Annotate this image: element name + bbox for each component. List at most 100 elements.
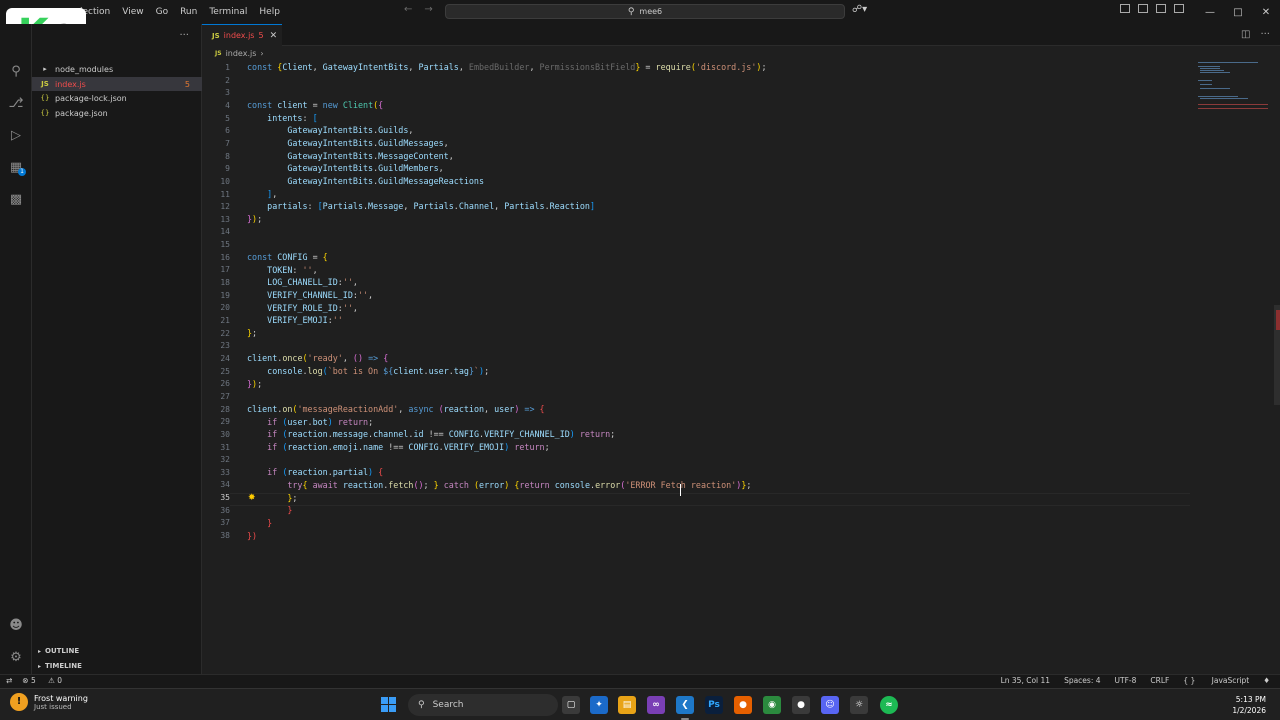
line-number: 3 bbox=[225, 88, 230, 98]
line-ending[interactable]: CRLF bbox=[1150, 676, 1169, 685]
file-explorer-icon[interactable]: ▤ bbox=[618, 696, 636, 714]
tree-file-package-lock[interactable]: {} package-lock.json bbox=[32, 91, 202, 105]
line-number: 35 bbox=[220, 493, 230, 503]
discord-icon[interactable]: ☺ bbox=[821, 696, 839, 714]
tree-item-label: node_modules bbox=[55, 64, 114, 74]
source-control-icon[interactable]: ⎇ bbox=[8, 96, 24, 112]
explorer-sidebar: ··· ▸ node_modules JS index.js 5 {} pack… bbox=[32, 24, 202, 674]
code-line: client.on('messageReactionAdd', async (r… bbox=[247, 404, 545, 414]
line-number: 28 bbox=[220, 404, 230, 414]
warning-icon: ! bbox=[10, 693, 28, 711]
timeline-section[interactable]: ▸ TIMELINE bbox=[32, 659, 202, 673]
weather-widget[interactable]: ! Frost warning Just issued bbox=[10, 693, 88, 711]
tree-folder-node-modules[interactable]: ▸ node_modules bbox=[32, 62, 202, 76]
line-number: 25 bbox=[220, 366, 230, 376]
code-line: GatewayIntentBits.Guilds, bbox=[287, 125, 414, 135]
minimize-icon[interactable]: — bbox=[1196, 7, 1224, 18]
run-debug-icon[interactable]: ▷ bbox=[8, 128, 24, 144]
firefox-icon[interactable]: ● bbox=[734, 696, 752, 714]
vscode-icon[interactable]: ❮ bbox=[676, 696, 694, 720]
copilot-app-icon[interactable]: ✦ bbox=[590, 696, 608, 714]
taskbar-search[interactable]: ⚲ Search bbox=[408, 694, 558, 716]
remote-icon[interactable]: ⇄ bbox=[6, 676, 12, 685]
line-number: 36 bbox=[220, 505, 230, 515]
language-mode[interactable]: { } JavaScript bbox=[1183, 676, 1249, 685]
line-number: 2 bbox=[225, 75, 230, 85]
windows-start-icon[interactable] bbox=[381, 697, 397, 713]
copilot-icon[interactable]: ☍▾ bbox=[852, 4, 867, 15]
app-icon[interactable]: ☼ bbox=[850, 696, 868, 714]
search-text: mee6 bbox=[639, 7, 663, 16]
tab-index-js[interactable]: JS index.js 5 ✕ bbox=[202, 24, 282, 46]
layout-controls bbox=[1120, 4, 1192, 13]
lightbulb-icon[interactable]: ✸ bbox=[248, 493, 256, 503]
forward-arrow-icon[interactable]: → bbox=[424, 4, 432, 15]
line-number: 30 bbox=[220, 429, 230, 439]
menu-terminal[interactable]: Terminal bbox=[209, 7, 247, 17]
menu-help[interactable]: Help bbox=[259, 7, 280, 17]
code-line: } bbox=[267, 518, 273, 528]
line-number: 33 bbox=[220, 467, 230, 477]
line-number: 15 bbox=[220, 240, 230, 250]
line-number: 29 bbox=[220, 417, 230, 427]
line-number: 34 bbox=[220, 480, 230, 490]
title-bar: lection View Go Run Terminal Help ← → ⚲ … bbox=[0, 0, 1280, 24]
split-editor-icon[interactable]: ◫ bbox=[1241, 29, 1250, 40]
code-line: VERIFY_ROLE_ID:'', bbox=[267, 303, 358, 313]
encoding[interactable]: UTF-8 bbox=[1115, 676, 1137, 685]
tree-item-label: package-lock.json bbox=[55, 93, 127, 103]
notifications-bell-icon[interactable]: ♦ bbox=[1263, 676, 1270, 685]
chrome-icon[interactable]: ◉ bbox=[763, 696, 781, 714]
line-number: 13 bbox=[220, 214, 230, 224]
back-arrow-icon[interactable]: ← bbox=[404, 4, 412, 15]
tree-file-package[interactable]: {} package.json bbox=[32, 106, 202, 120]
photoshop-icon[interactable]: Ps bbox=[705, 696, 723, 714]
menu-go[interactable]: Go bbox=[156, 7, 168, 17]
weather-title: Frost warning bbox=[34, 693, 88, 703]
line-number: 32 bbox=[220, 455, 230, 465]
line-number: 31 bbox=[220, 442, 230, 452]
account-icon[interactable]: ☻ bbox=[8, 618, 24, 634]
clock-date: 1/2/2026 bbox=[1232, 706, 1266, 715]
code-line: const client = new Client({ bbox=[247, 100, 384, 110]
problems-indicator[interactable]: ⊗ 5 ⚠ 0 bbox=[22, 676, 72, 685]
cursor-position[interactable]: Ln 35, Col 11 bbox=[1001, 676, 1050, 685]
settings-gear-icon[interactable]: ⚙ bbox=[8, 650, 24, 666]
error-count: 5 bbox=[30, 676, 36, 685]
task-view-icon[interactable]: ▢ bbox=[562, 696, 580, 714]
editor-actions: ◫ ··· bbox=[1231, 29, 1270, 40]
close-tab-icon[interactable]: ✕ bbox=[270, 31, 278, 41]
toggle-sidebar-icon[interactable] bbox=[1120, 4, 1130, 13]
code-line: }) bbox=[247, 531, 258, 541]
menu-view[interactable]: View bbox=[122, 7, 143, 17]
close-window-icon[interactable]: ✕ bbox=[1252, 7, 1280, 18]
menu-run[interactable]: Run bbox=[180, 7, 197, 17]
code-line: GatewayIntentBits.GuildMessages, bbox=[287, 138, 449, 148]
indentation[interactable]: Spaces: 4 bbox=[1064, 676, 1100, 685]
minimap[interactable] bbox=[1194, 60, 1274, 120]
app-icon[interactable]: ● bbox=[792, 696, 810, 714]
outline-section[interactable]: ▸ OUTLINE bbox=[32, 644, 202, 658]
line-number: 10 bbox=[220, 176, 230, 186]
spotify-icon[interactable]: ≈ bbox=[880, 696, 898, 714]
line-number: 24 bbox=[220, 353, 230, 363]
visual-studio-icon[interactable]: ∞ bbox=[647, 696, 665, 714]
code-editor[interactable]: const {Client, GatewayIntentBits, Partia… bbox=[202, 60, 1280, 674]
windows-taskbar: ! Frost warning Just issued ⚲ Search ▢ ✦… bbox=[0, 688, 1280, 720]
tree-file-index-js[interactable]: JS index.js 5 bbox=[32, 77, 202, 91]
breadcrumb[interactable]: JS index.js › bbox=[202, 47, 264, 60]
remote-explorer-icon[interactable]: ▩ bbox=[8, 192, 24, 208]
json-file-icon: {} bbox=[40, 109, 50, 117]
line-number: 19 bbox=[220, 290, 230, 300]
command-center-search[interactable]: ⚲ mee6 bbox=[445, 4, 845, 19]
toggle-panel-icon[interactable] bbox=[1138, 4, 1148, 13]
system-clock[interactable]: 5:13 PM 1/2/2026 bbox=[1232, 694, 1266, 716]
maximize-icon[interactable]: □ bbox=[1224, 7, 1252, 18]
editor-tab-bar: JS index.js 5 ✕ ◫ ··· bbox=[202, 24, 1280, 46]
toggle-secondary-sidebar-icon[interactable] bbox=[1156, 4, 1166, 13]
more-actions-icon[interactable]: ··· bbox=[179, 30, 189, 41]
line-number: 8 bbox=[225, 151, 230, 161]
more-actions-icon[interactable]: ··· bbox=[1260, 29, 1270, 40]
customize-layout-icon[interactable] bbox=[1174, 4, 1184, 13]
search-view-icon[interactable]: ⚲ bbox=[8, 64, 24, 80]
